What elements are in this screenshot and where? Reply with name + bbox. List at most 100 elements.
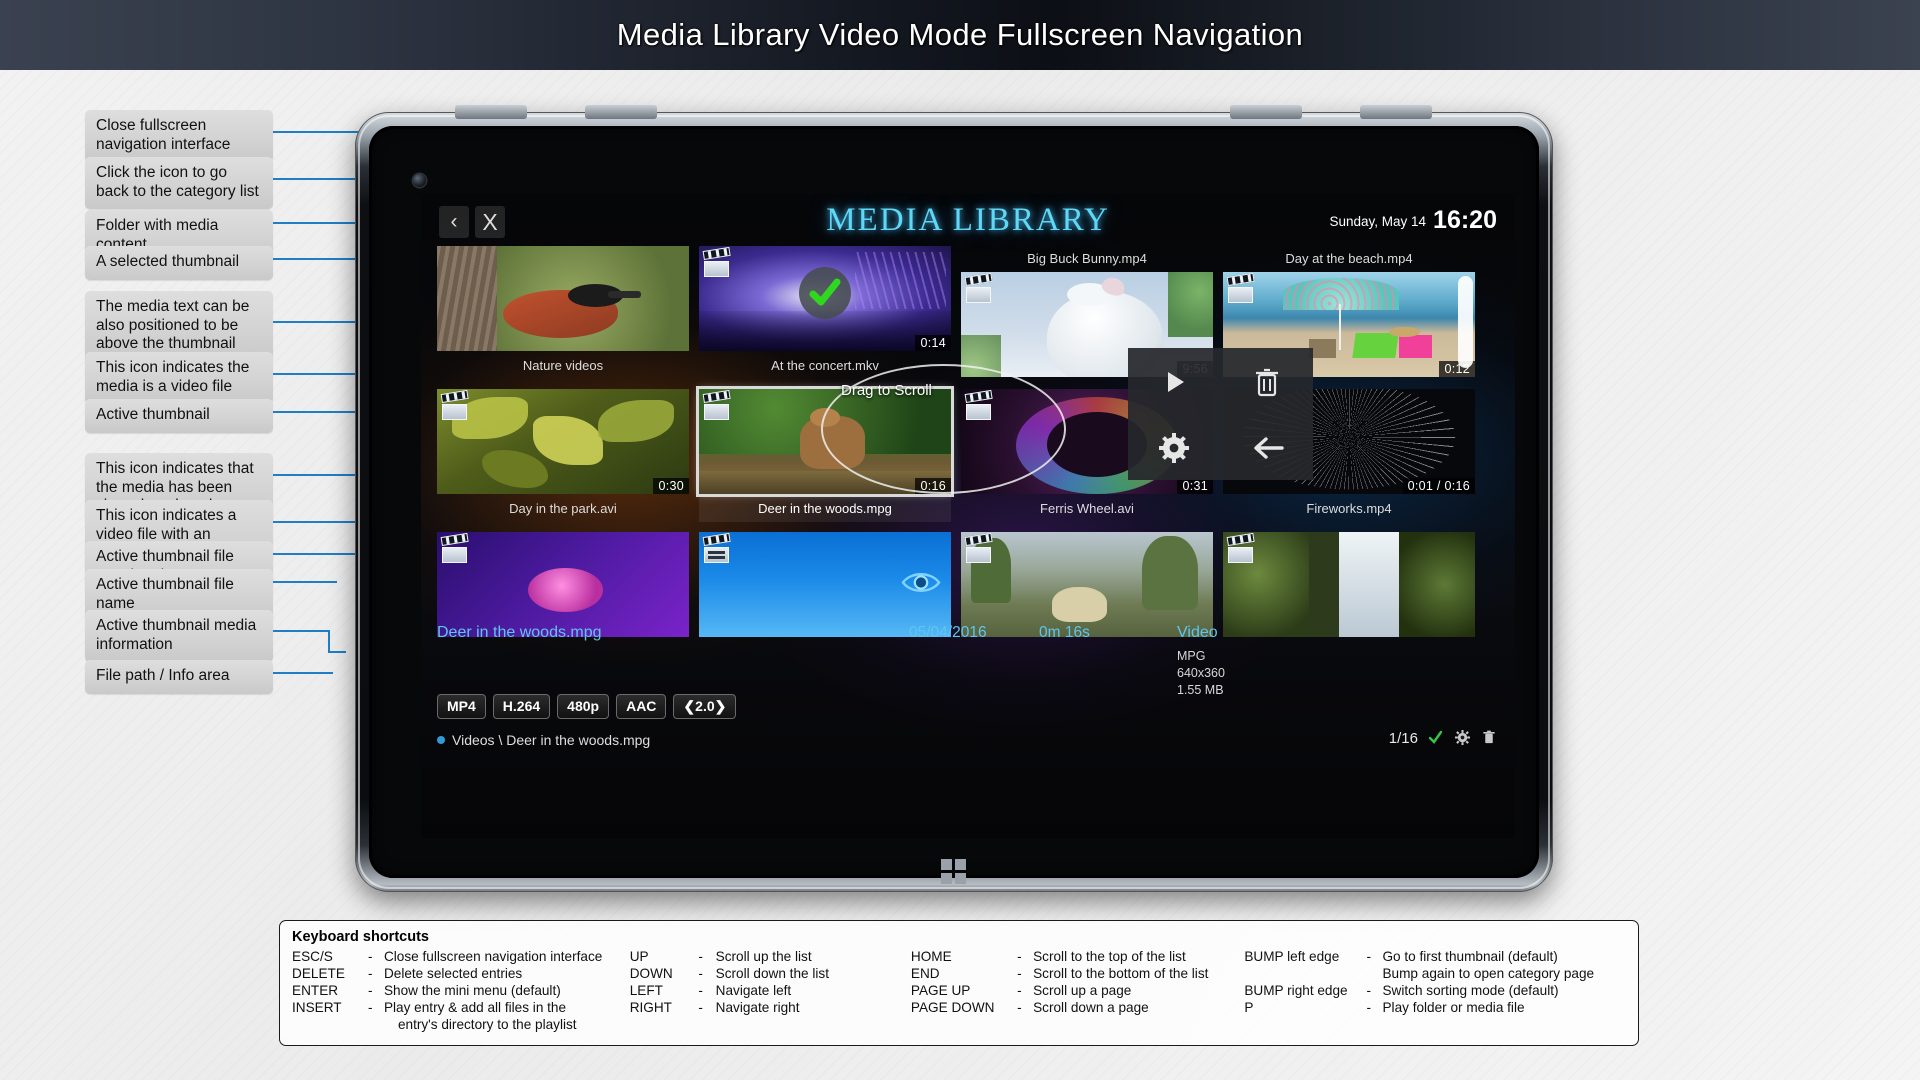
mini-menu[interactable] [1128, 348, 1313, 480]
thumbnail-item[interactable]: 0:30 Day in the park.avi [437, 389, 689, 522]
active-media-meta: MPG 640x360 1.55 MB [1177, 648, 1225, 699]
selection-menu-icon[interactable] [1428, 730, 1445, 747]
clapper-icon [704, 251, 733, 277]
dash [1017, 1016, 1033, 1033]
dash: - [368, 948, 384, 965]
clock-date: Sunday, May 14 [1329, 214, 1426, 229]
active-file-name: Deer in the woods.mpg [437, 624, 602, 642]
key: ENTER [292, 982, 368, 999]
key: BUMP right edge [1244, 982, 1366, 999]
desc: Go to first thumbnail (default) [1382, 948, 1626, 965]
desc: Switch sorting mode (default) [1382, 982, 1626, 999]
thumbnail-label: Day at the beach.mp4 [1223, 246, 1475, 272]
dash: - [1366, 982, 1382, 999]
callout-path-info: File path / Info area [85, 660, 273, 694]
dash: - [368, 999, 384, 1016]
key: BUMP left edge [1244, 948, 1366, 965]
thumbnail-item[interactable] [1223, 532, 1475, 665]
thumbnail-image [961, 532, 1213, 637]
leader-line [273, 581, 337, 583]
callout-media-info: Active thumbnail media information [85, 610, 273, 662]
scrollbar[interactable] [1458, 276, 1473, 368]
callout-video-icon: This icon indicates the media is a video… [85, 352, 273, 404]
desc: Navigate left [716, 982, 911, 999]
dash: - [1366, 948, 1382, 965]
key [292, 1016, 368, 1033]
thumbnail-label [1223, 639, 1475, 665]
desc [1382, 1016, 1626, 1033]
thumbnail-image [699, 532, 951, 637]
leader-line [328, 630, 330, 652]
hardware-bump-mid [585, 105, 657, 119]
dash: - [698, 982, 715, 999]
callout-close-nav: Close fullscreen navigation interface [85, 110, 273, 162]
key: END [911, 965, 1017, 982]
page-title: Media Library Video Mode Fullscreen Navi… [617, 17, 1303, 53]
key [630, 1016, 699, 1033]
desc [716, 1016, 911, 1033]
thumbnail-label: Fireworks.mp4 [1223, 496, 1475, 522]
dash [368, 1016, 384, 1033]
thumbnail-item[interactable] [961, 532, 1213, 665]
drag-to-scroll-label: Drag to Scroll [841, 382, 932, 399]
thumbnail-label: Nature videos [437, 353, 689, 379]
thumbnail-duration: 0:30 [653, 478, 689, 494]
delete-icon[interactable] [1482, 730, 1499, 747]
callout-text-above: The media text can be also positioned to… [85, 291, 273, 362]
thumbnail-item[interactable] [437, 532, 689, 665]
thumbnail-label [699, 639, 951, 665]
clapper-subtitle-icon [704, 537, 733, 563]
camera-icon [413, 174, 426, 187]
active-media-type: Video [1177, 624, 1218, 642]
badge-resolution: 480p [557, 694, 609, 719]
thumbnail-image [1223, 532, 1475, 637]
thumbnail-label: Day in the park.avi [437, 496, 689, 522]
thumbnail-duration: 0:14 [915, 335, 951, 351]
thumbnail-selected[interactable]: 0:14 At the concert.mkv [699, 246, 951, 379]
key: PAGE DOWN [911, 999, 1017, 1016]
function-menu-icon[interactable] [1455, 730, 1472, 747]
dash: - [698, 948, 715, 965]
thumbnail-image: 0:30 [437, 389, 689, 494]
bottom-right-controls: 1/16 [1389, 730, 1499, 747]
desc: Close fullscreen navigation interface [384, 948, 630, 965]
key: INSERT [292, 999, 368, 1016]
trash-icon[interactable] [1221, 348, 1314, 415]
dash: - [698, 965, 715, 982]
home-button[interactable] [941, 859, 967, 885]
dash: - [1017, 999, 1033, 1016]
hardware-bump-left [455, 105, 527, 119]
key: LEFT [630, 982, 699, 999]
tablet-bezel: ‹ X MEDIA LIBRARY Sunday, May 1416:20 [369, 126, 1539, 878]
desc: Scroll down a page [1033, 999, 1244, 1016]
desc: Play folder or media file [1382, 999, 1626, 1016]
key: HOME [911, 948, 1017, 965]
desc: Scroll up the list [716, 948, 911, 965]
key [911, 1016, 1017, 1033]
desc: Bump again to open category page [1382, 965, 1626, 982]
desc: Play entry & add all files in the [384, 999, 630, 1016]
back-arrow-icon[interactable] [1221, 415, 1314, 480]
table-row: INSERT - Play entry & add all files in t… [292, 999, 1626, 1016]
active-media-extension: MPG [1177, 648, 1225, 665]
table-row: entry's directory to the playlist [292, 1016, 1626, 1033]
thumbnail-item[interactable] [699, 532, 951, 665]
play-icon[interactable] [1128, 348, 1221, 415]
cogwheel-icon[interactable] [1128, 415, 1221, 480]
tablet-device: ‹ X MEDIA LIBRARY Sunday, May 1416:20 [355, 112, 1553, 892]
media-library-header: ‹ X MEDIA LIBRARY Sunday, May 1416:20 [421, 194, 1515, 250]
active-file-creation-date: 05/04/2016 [909, 624, 987, 642]
clapper-icon [966, 537, 995, 563]
thumbnail-folder[interactable]: Nature videos [437, 246, 689, 379]
keyboard-shortcuts-table: ESC/S - Close fullscreen navigation inte… [292, 948, 1626, 1033]
thumbnail-label [961, 639, 1213, 665]
clapper-icon [966, 277, 995, 303]
desc: Delete selected entries [384, 965, 630, 982]
key: PAGE UP [911, 982, 1017, 999]
callout-back-category: Click the icon to go back to the categor… [85, 157, 273, 209]
key: UP [630, 948, 699, 965]
hardware-bump-right2 [1360, 105, 1432, 119]
leader-line [328, 651, 346, 653]
active-media-resolution: 640x360 [1177, 665, 1225, 682]
clock-time: 16:20 [1433, 206, 1497, 234]
